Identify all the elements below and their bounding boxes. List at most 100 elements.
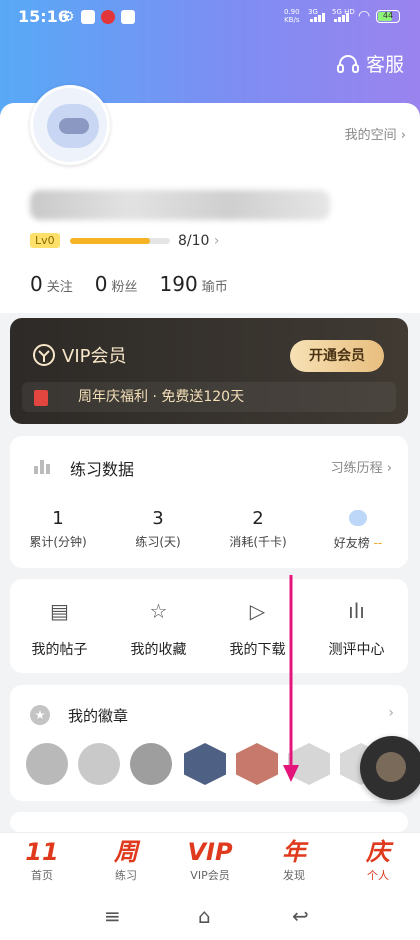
battery-level: 44 xyxy=(382,11,394,20)
back-icon[interactable]: ↩ xyxy=(292,904,309,928)
signal-bars-icon-2 xyxy=(334,13,349,22)
tab-label: 个人 xyxy=(367,869,389,882)
status-bar: 15:16 ⚙ 0.90 KB/s 3G 5G HD ◠ 44 xyxy=(0,0,420,34)
metric-number: 1 xyxy=(52,508,64,529)
practice-data-card: 练习数据 习练历程 › 1 累计(分钟) 3 练习(天) 2 消耗(千卡) 好友榜 -… xyxy=(10,436,408,568)
my-space-label: 我的空间 xyxy=(344,128,397,143)
metric-label: 累计(分钟) xyxy=(29,535,87,549)
vip-logo: VIP会员 xyxy=(32,342,126,368)
customer-service-button[interactable]: 客服 xyxy=(336,50,404,77)
floating-music-button[interactable] xyxy=(360,736,420,800)
metric-label: 消耗(千卡) xyxy=(229,535,287,549)
stat-number: 0 xyxy=(94,272,108,296)
tab-discover[interactable]: 年发现 xyxy=(252,837,336,883)
metric-number: 3 xyxy=(152,508,164,529)
username-blurred xyxy=(30,190,330,220)
system-navigation-bar: ≡ ⌂ ↩ xyxy=(0,890,420,940)
tab-vip[interactable]: VIP VIP会员 xyxy=(168,837,252,883)
document-icon: ▤ xyxy=(50,599,69,623)
tab-icon: 11 xyxy=(25,838,59,866)
badge-item[interactable] xyxy=(236,743,278,785)
vpn-icon xyxy=(120,10,135,24)
open-vip-button[interactable]: 开通会员 xyxy=(290,340,384,372)
vip-title: VIP会员 xyxy=(62,346,127,367)
metric-total-minutes[interactable]: 1 累计(分钟) xyxy=(10,508,106,550)
friends-ranking[interactable]: 好友榜 -- xyxy=(310,508,406,551)
stat-followers[interactable]: 0 粉丝 xyxy=(95,272,138,296)
net-speed-unit: KB/s xyxy=(284,16,300,24)
practice-history-link[interactable]: 习练历程 › xyxy=(331,457,392,476)
level-progress-bar xyxy=(70,238,170,244)
tab-icon: 年 xyxy=(282,838,306,866)
tab-icon: 周 xyxy=(114,838,138,866)
level-progress-fill xyxy=(70,238,150,244)
chevron-right-icon: › xyxy=(400,128,406,143)
badge-item[interactable] xyxy=(130,743,172,785)
menu-label: 我的收藏 xyxy=(130,642,187,658)
tab-label: 发现 xyxy=(283,869,305,882)
metric-label: 练习(天) xyxy=(135,535,181,549)
stat-coins[interactable]: 190 瑜币 xyxy=(160,272,228,296)
badge-item[interactable] xyxy=(288,743,330,785)
app-notification-icon xyxy=(80,10,95,24)
tab-icon: 庆 xyxy=(366,838,390,866)
menu-icon[interactable]: ≡ xyxy=(104,904,121,928)
home-icon[interactable]: ⌂ xyxy=(198,904,211,928)
badges-title: 我的徽章 xyxy=(68,707,129,725)
tab-profile[interactable]: 庆个人 xyxy=(336,837,420,883)
metric-calories[interactable]: 2 消耗(千卡) xyxy=(210,508,306,550)
chevron-right-icon: › xyxy=(213,233,220,249)
friends-value: -- xyxy=(373,536,383,550)
badge-item[interactable] xyxy=(78,743,120,785)
my-posts-button[interactable]: ▤ 我的帖子 xyxy=(10,599,109,659)
stat-label: 关注 xyxy=(46,280,73,295)
profile-stats: 0 关注 0 粉丝 190 瑜币 xyxy=(30,272,228,296)
level-progress-link[interactable]: 8/10 › xyxy=(178,233,220,249)
practice-title: 练习数据 xyxy=(70,460,135,479)
my-space-link[interactable]: 我的空间 › xyxy=(345,124,406,143)
bottom-tab-bar: 11 首页 周练习 VIP VIP会员 年发现 庆个人 xyxy=(0,832,420,890)
menu-label: 我的帖子 xyxy=(31,642,88,658)
tab-home[interactable]: 11 首页 xyxy=(0,837,84,883)
chevron-right-icon: › xyxy=(386,461,392,476)
status-notification-icons: ⚙ xyxy=(62,10,135,24)
tab-label: 练习 xyxy=(115,869,137,882)
level-badge: Lv0 xyxy=(30,233,60,248)
avatar-image xyxy=(47,104,99,148)
practice-history-label: 习练历程 xyxy=(330,461,383,476)
stat-label: 粉丝 xyxy=(111,280,138,295)
level-progress-text: 8/10 xyxy=(178,233,210,249)
menu-label: 测评中心 xyxy=(328,642,385,658)
vip-card[interactable]: VIP会员 开通会员 周年庆福利 · 免费送120天 xyxy=(10,318,408,424)
my-badges-card[interactable]: ★ 我的徽章 › xyxy=(10,685,408,801)
avatar[interactable] xyxy=(30,85,110,165)
customer-service-label: 客服 xyxy=(365,54,404,76)
signal-bars-icon xyxy=(310,13,325,22)
quick-menu-card: ▤ 我的帖子 ☆ 我的收藏 ▷ 我的下载 ılı 测评中心 xyxy=(10,579,408,673)
badge-star-icon: ★ xyxy=(30,705,50,725)
tab-label: VIP会员 xyxy=(190,869,230,882)
stat-following[interactable]: 0 关注 xyxy=(30,272,73,296)
net-speed: 0.90 KB/s xyxy=(284,8,300,24)
my-favorites-button[interactable]: ☆ 我的收藏 xyxy=(109,599,208,659)
star-icon: ☆ xyxy=(149,599,168,623)
metric-practice-days[interactable]: 3 练习(天) xyxy=(110,508,206,550)
next-card-partial xyxy=(10,812,408,832)
stat-label: 瑜币 xyxy=(201,280,228,295)
red-app-icon xyxy=(100,10,115,24)
badge-item[interactable] xyxy=(184,743,226,785)
battery-icon: 44 xyxy=(376,10,400,23)
my-downloads-button[interactable]: ▷ 我的下载 xyxy=(208,599,307,659)
metric-number: 2 xyxy=(252,508,264,529)
vip-emblem-icon xyxy=(33,344,55,366)
assessment-center-button[interactable]: ılı 测评中心 xyxy=(307,599,406,659)
headset-icon xyxy=(336,54,359,73)
tab-icon: VIP xyxy=(187,838,233,866)
friends-label: 好友榜 xyxy=(333,536,370,550)
tab-practice[interactable]: 周练习 xyxy=(84,837,168,883)
audio-bars-icon: ılı xyxy=(348,599,365,623)
friend-avatar-icon xyxy=(349,510,367,526)
chevron-right-icon: › xyxy=(388,705,394,721)
badge-item[interactable] xyxy=(26,743,68,785)
vip-promo-text[interactable]: 周年庆福利 · 免费送120天 xyxy=(22,382,396,412)
